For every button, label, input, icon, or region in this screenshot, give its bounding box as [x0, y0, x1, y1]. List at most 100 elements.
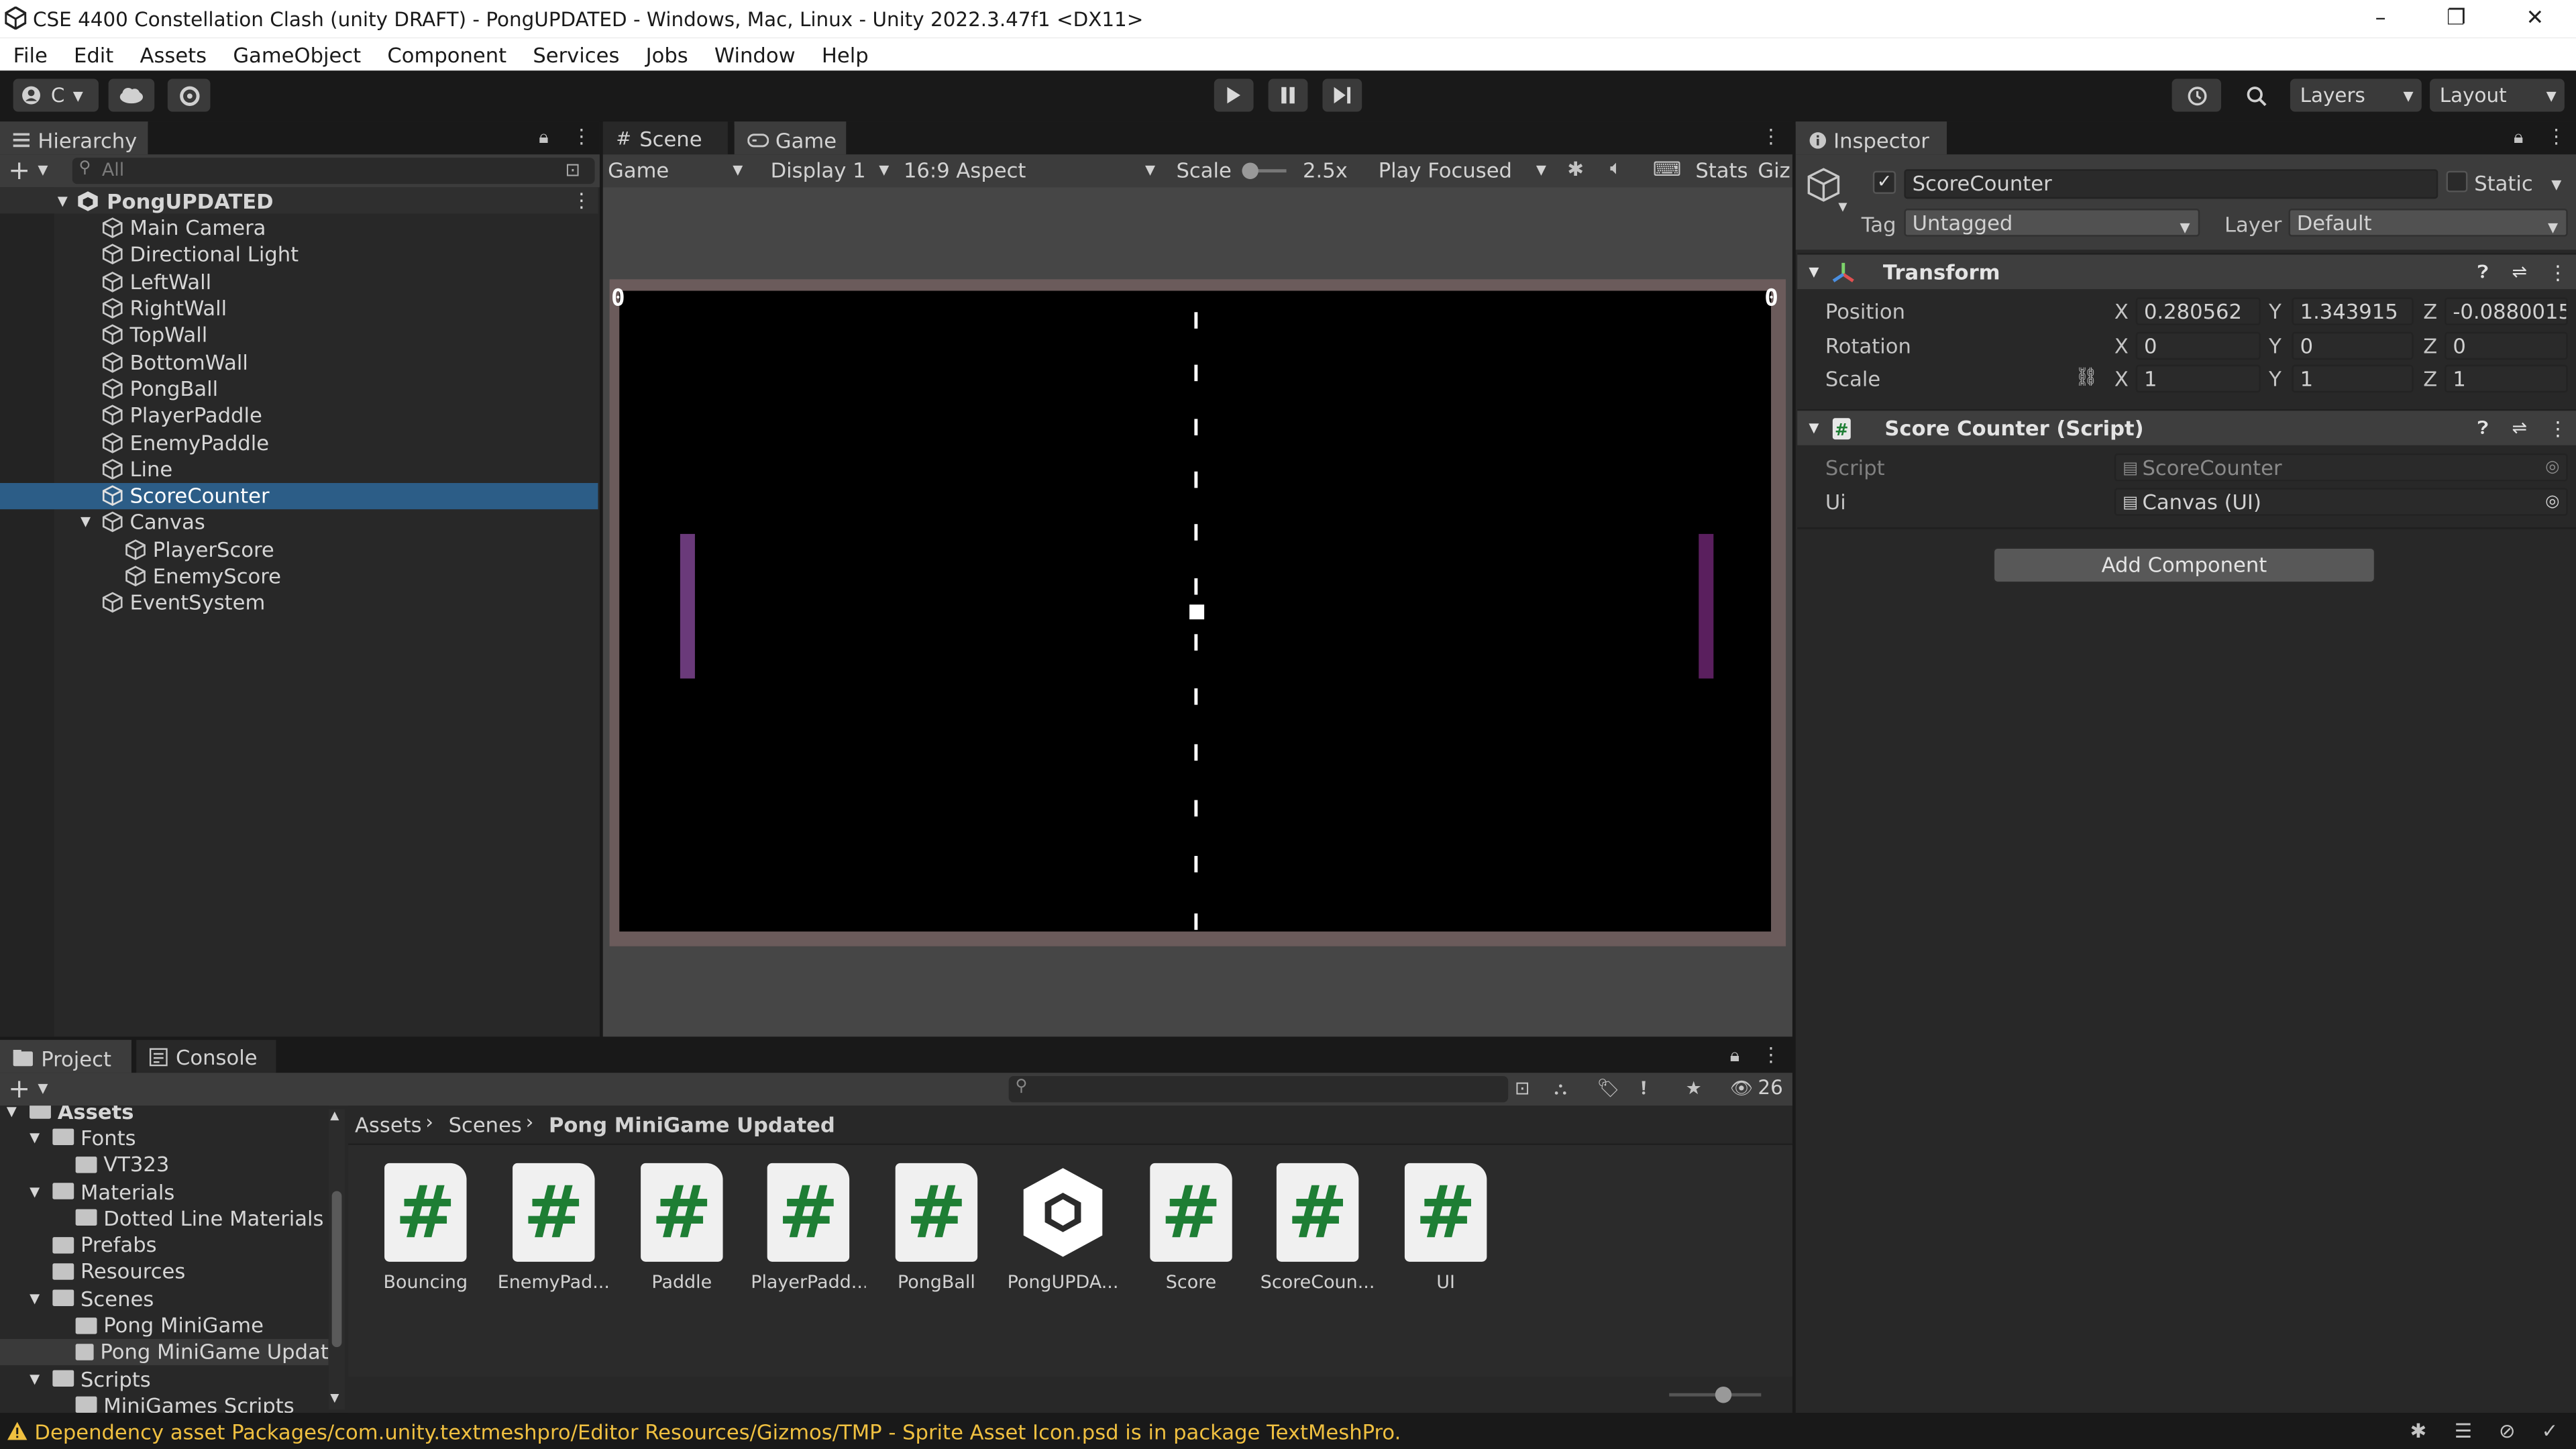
hierarchy-item-main-camera[interactable]: Main Camera: [0, 215, 598, 241]
cache-server-icon[interactable]: ☰: [2455, 1419, 2472, 1442]
hierarchy-item-pongball[interactable]: PongBall: [0, 375, 598, 402]
ui-field[interactable]: ▤ Canvas (UI) ◎: [2114, 488, 2568, 516]
gizmos-button[interactable]: Giz: [1758, 158, 1790, 182]
chevron-down-icon[interactable]: ▼: [30, 1184, 52, 1199]
link-icon[interactable]: ⛓︎: [2075, 366, 2098, 388]
filter-by-type-icon[interactable]: ⛬: [1554, 1078, 1567, 1101]
menu-file[interactable]: File: [0, 42, 60, 66]
tree-item-scenes[interactable]: ▼ Scenes: [30, 1285, 154, 1311]
search-type-icon[interactable]: ⊡: [565, 160, 580, 181]
tree-scrollbar[interactable]: ▲ ▼: [328, 1109, 345, 1410]
scene-row[interactable]: ▼ PongUPDATED ⋮: [0, 187, 598, 215]
scale-slider-thumb[interactable]: [1242, 162, 1258, 179]
speaker-icon[interactable]: 🔈︎: [1610, 156, 1622, 181]
menu-edit[interactable]: Edit: [60, 42, 126, 66]
expand-arrow[interactable]: ▼: [80, 515, 91, 530]
tree-item-pong-minigame-updated[interactable]: Pong MiniGame Updat: [0, 1338, 329, 1366]
layout-dropdown[interactable]: Layout ▼: [2430, 78, 2565, 112]
layer-dropdown[interactable]: Default ▼: [2288, 209, 2568, 237]
tree-item-pong-minigame[interactable]: Pong MiniGame: [75, 1311, 264, 1338]
help-icon[interactable]: ❓︎: [2477, 260, 2488, 283]
hierarchy-item-leftwall[interactable]: LeftWall: [0, 268, 598, 294]
chevron-down-icon[interactable]: ▼: [30, 1291, 52, 1305]
menu-help[interactable]: Help: [808, 42, 881, 66]
layers-dropdown[interactable]: Layers ▼: [2290, 78, 2422, 112]
scroll-up-icon[interactable]: ▲: [330, 1109, 339, 1122]
kebab-menu-icon[interactable]: ⋮: [1761, 1043, 1780, 1066]
debug-off-icon[interactable]: ✱: [2410, 1419, 2427, 1442]
score-counter-script-header[interactable]: ▼ # Score Counter (Script) ❓︎ ⇌ ⋮: [1797, 409, 2576, 445]
tab-console[interactable]: Console: [136, 1040, 276, 1073]
hierarchy-item-line[interactable]: Line: [0, 455, 598, 482]
tag-dropdown[interactable]: Untagged ▼: [1904, 209, 2200, 237]
step-button[interactable]: [1322, 78, 1362, 112]
transform-header[interactable]: ▼ Transform ❓︎ ⇌ ⋮: [1797, 253, 2576, 290]
tab-project[interactable]: Project: [0, 1040, 131, 1073]
tree-item-resources[interactable]: Resources: [52, 1258, 185, 1285]
breadcrumb-assets[interactable]: Assets: [355, 1112, 422, 1137]
aspect-dropdown[interactable]: 16:9 Aspect ▼: [904, 158, 1160, 186]
tree-item-prefabs[interactable]: Prefabs: [52, 1232, 157, 1258]
scale-z-field[interactable]: 1: [2445, 364, 2568, 393]
cloud-button[interactable]: [108, 78, 155, 112]
tree-item-vt323[interactable]: VT323: [75, 1151, 169, 1178]
rotation-y-field[interactable]: 0: [2292, 331, 2414, 360]
account-button[interactable]: C ▼: [13, 78, 99, 112]
hierarchy-item-rightwall[interactable]: RightWall: [0, 294, 598, 321]
hierarchy-item-scorecounter[interactable]: ScoreCounter: [0, 482, 598, 509]
display-dropdown[interactable]: Display 1 ▼: [771, 158, 892, 186]
menu-component[interactable]: Component: [374, 42, 520, 66]
add-component-button[interactable]: Add Component: [1992, 547, 2376, 584]
static-checkbox[interactable]: [2446, 170, 2468, 193]
position-x-field[interactable]: 0.280562: [2135, 297, 2261, 325]
kebab-menu-icon[interactable]: ⋮: [2546, 125, 2566, 148]
help-icon[interactable]: ❓︎: [2477, 417, 2488, 439]
kebab-menu-icon[interactable]: ⋮: [2548, 417, 2567, 439]
asset-item[interactable]: # EnemyPad...: [496, 1163, 611, 1293]
hierarchy-item-eventsystem[interactable]: EventSystem: [0, 589, 598, 616]
add-icon[interactable]: +: [8, 154, 30, 186]
asset-item[interactable]: # Bouncing: [368, 1163, 483, 1293]
asset-item[interactable]: # PlayerPadd...: [751, 1163, 866, 1293]
scroll-down-icon[interactable]: ▼: [330, 1391, 339, 1405]
add-icon[interactable]: +: [8, 1073, 30, 1104]
kebab-menu-icon[interactable]: ⋮: [2548, 260, 2567, 283]
tree-item-fonts[interactable]: ▼ Fonts: [30, 1124, 136, 1151]
tab-hierarchy[interactable]: Hierarchy: [0, 121, 148, 155]
collab-button[interactable]: [167, 78, 211, 112]
asset-item[interactable]: # ScoreCoun...: [1260, 1163, 1375, 1293]
history-button[interactable]: [2171, 78, 2222, 112]
stats-button[interactable]: Stats: [1695, 158, 1748, 182]
maximize-button[interactable]: ❐: [2418, 0, 2494, 38]
hierarchy-item-canvas[interactable]: ▼ Canvas: [0, 509, 598, 536]
tab-game[interactable]: Game: [734, 121, 847, 155]
star-icon[interactable]: ★: [1686, 1078, 1702, 1099]
kebab-menu-icon[interactable]: ⋮: [1761, 125, 1780, 148]
zoom-slider-thumb[interactable]: [1715, 1386, 1732, 1403]
tab-scene[interactable]: # Scene: [602, 121, 728, 155]
object-picker-icon[interactable]: ◎: [2545, 490, 2559, 515]
preset-icon[interactable]: ⇌: [2512, 417, 2528, 439]
hierarchy-item-topwall[interactable]: TopWall: [0, 321, 598, 348]
asset-item[interactable]: # Score: [1134, 1163, 1248, 1293]
position-z-field[interactable]: -0.0880015: [2445, 297, 2568, 325]
asset-item[interactable]: # UI: [1388, 1163, 1503, 1293]
object-name-field[interactable]: ScoreCounter: [1904, 169, 2438, 199]
chevron-down-icon[interactable]: ▼: [2551, 177, 2561, 192]
hierarchy-item-directional-light[interactable]: Directional Light: [0, 241, 598, 268]
kebab-menu-icon[interactable]: ⋮: [572, 189, 591, 212]
warning-filter-icon[interactable]: ❗︎: [1642, 1078, 1646, 1101]
hierarchy-item-enemyscore[interactable]: EnemyScore: [0, 563, 598, 590]
chevron-down-icon[interactable]: ▼: [7, 1106, 30, 1118]
asset-item[interactable]: # PongBall: [879, 1163, 994, 1293]
active-checkbox[interactable]: ✓: [1872, 170, 1896, 194]
tree-item-scripts[interactable]: ▼ Scripts: [30, 1365, 151, 1392]
position-y-field[interactable]: 1.343915: [2292, 297, 2414, 325]
tab-inspector[interactable]: Inspector: [1795, 121, 1947, 155]
hierarchy-item-playerpaddle[interactable]: PlayerPaddle: [0, 402, 598, 429]
lock-icon[interactable]: 🔒︎: [2514, 127, 2523, 150]
lock-icon[interactable]: 🔒︎: [539, 127, 548, 150]
play-mode-dropdown[interactable]: Play Focused ▼: [1379, 158, 1553, 186]
keyboard-icon[interactable]: ⌨: [1653, 158, 1681, 180]
chevron-down-icon[interactable]: ▼: [30, 1130, 52, 1145]
